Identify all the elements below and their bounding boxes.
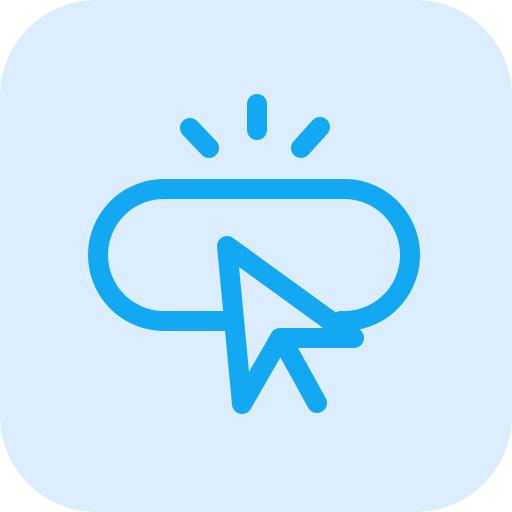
burst-line-right [291,117,330,158]
app-icon [0,0,512,512]
button-click-icon [0,0,512,512]
burst-line-left [180,118,219,158]
